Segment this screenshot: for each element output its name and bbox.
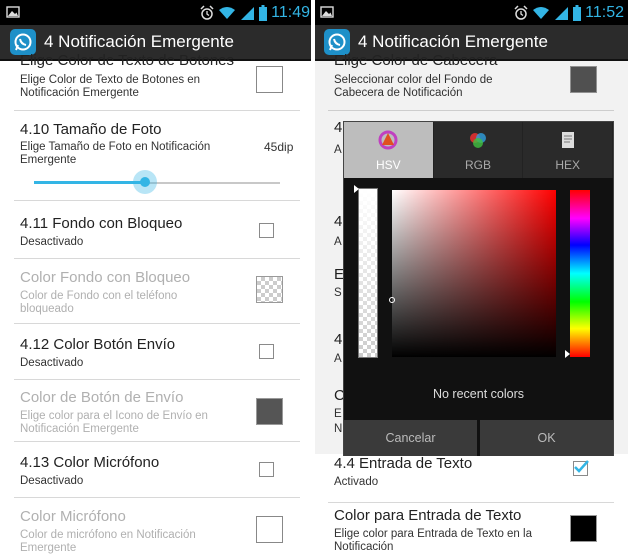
item-summary: Notificación: [334, 541, 394, 553]
page-title: 4 Notificación Emergente: [358, 32, 548, 51]
item-title: 4.4 Entrada de Texto: [334, 455, 473, 472]
slider-thumb[interactable]: [133, 170, 157, 194]
item-summary: Notificación Emergente: [20, 423, 139, 435]
alarm-icon: [514, 5, 528, 20]
clock: 11:52: [585, 4, 624, 21]
slider-value: 45dip: [264, 140, 294, 154]
checkbox[interactable]: [259, 344, 274, 359]
item-summary: Desactivado: [20, 236, 84, 248]
recent-colors-message: No recent colors: [432, 387, 524, 401]
item-title: Color para Entrada de Texto: [334, 507, 522, 524]
saturation-value-picker[interactable]: [392, 190, 556, 357]
image-icon: [320, 6, 334, 18]
checkbox[interactable]: [259, 223, 274, 238]
checkbox-checked[interactable]: [573, 460, 589, 476]
item-summary: Desactivado: [20, 475, 84, 487]
tab-hsv[interactable]: HSV: [344, 122, 434, 178]
check-icon: [574, 460, 589, 473]
item-summary: Elige Tamaño de Foto en Notificación: [20, 141, 211, 153]
image-icon: [6, 6, 20, 18]
color-mode-tabs: HSV RGB HEX: [344, 122, 614, 178]
status-bar: 11:52: [314, 0, 628, 25]
list-item[interactable]: 4.11 Fondo con Bloqueo Desactivado: [14, 201, 300, 259]
color-swatch-black[interactable]: [570, 515, 597, 542]
alpha-marker[interactable]: [354, 185, 359, 193]
color-swatch-gray[interactable]: [256, 398, 283, 425]
battery-icon: [573, 5, 582, 21]
hue-slider[interactable]: [570, 190, 590, 357]
alarm-icon: [200, 5, 214, 20]
item-summary: Elige color para Entrada de Texto en la: [334, 528, 532, 540]
page-title: 4 Notificación Emergente: [44, 32, 234, 51]
item-summary: Elige color para el Icono de Envío en: [20, 410, 208, 422]
list-item[interactable]: Color de Botón de Envío Elige color para…: [14, 380, 300, 442]
item-title: 4.10 Tamaño de Foto: [20, 121, 162, 138]
rgb-icon: [470, 133, 486, 148]
battery-icon: [259, 5, 268, 21]
list-item[interactable]: 4.10 Tamaño de Foto Elige Tamaño de Foto…: [14, 111, 300, 201]
hue-marker[interactable]: [565, 350, 570, 358]
tab-label: HSV: [375, 158, 401, 172]
item-title: 4.11 Fondo con Bloqueo: [20, 215, 183, 232]
color-swatch-empty[interactable]: [256, 516, 283, 543]
list-item[interactable]: 4.12 Color Botón Envío Desactivado: [14, 324, 300, 380]
item-summary: Color de micrófono en Notificación: [20, 529, 196, 541]
item-summary: Desactivado: [20, 357, 84, 369]
tab-label: RGB: [465, 158, 492, 172]
left-screen: 11:49 4 Notificación Emergente Elige Col…: [0, 0, 314, 557]
color-picker-dialog: HSV RGB HEX No recent colors Cancelar OK: [343, 121, 614, 456]
hsv-icon: [378, 130, 398, 150]
list-item[interactable]: Color para Entrada de Texto Elige color …: [328, 503, 614, 557]
hex-icon: [561, 132, 574, 148]
item-summary: Elige Color de Texto de Botones en: [20, 74, 201, 86]
right-screen: 11:52 4 Notificación Emergente Elige Col…: [314, 0, 628, 557]
list-item[interactable]: 4.13 Color Micrófono Desactivado: [14, 442, 300, 498]
checkbox[interactable]: [259, 462, 274, 477]
wifi-icon: [219, 7, 236, 19]
list-item[interactable]: Elige Color de Texto de Botones Elige Co…: [14, 52, 300, 111]
list-item[interactable]: Color Fondo con Bloqueo Color de Fondo c…: [14, 259, 300, 324]
tab-hex[interactable]: HEX: [523, 122, 614, 178]
signal-icon: [241, 6, 255, 20]
item-title: Color Fondo con Bloqueo: [20, 269, 191, 286]
clock: 11:49: [271, 4, 310, 21]
slider-fill: [34, 181, 145, 184]
tab-label: HEX: [555, 158, 581, 172]
item-title: Color de Botón de Envío: [20, 389, 184, 406]
item-title: Elige Color de Texto de Botones: [20, 52, 235, 69]
ok-button[interactable]: OK: [480, 420, 613, 456]
color-swatch-empty[interactable]: [256, 66, 283, 93]
wifi-icon: [533, 7, 550, 19]
item-summary: Color de Fondo con el teléfono: [20, 290, 178, 302]
item-summary: Emergente: [20, 542, 77, 554]
item-summary: Notificación Emergente: [20, 87, 139, 99]
list-item[interactable]: Color Micrófono Color de micrófono en No…: [14, 498, 300, 557]
signal-icon: [555, 6, 569, 20]
item-title: 4.12 Color Botón Envío: [20, 336, 176, 353]
cancel-button[interactable]: Cancelar: [344, 420, 477, 456]
item-summary: Emergente: [20, 154, 77, 166]
divider: [311, 0, 315, 557]
dialog-buttons: Cancelar OK: [344, 420, 613, 456]
sv-cursor[interactable]: [389, 297, 395, 303]
tab-rgb[interactable]: RGB: [433, 122, 524, 178]
alpha-slider[interactable]: [358, 188, 378, 358]
item-title: 4.13 Color Micrófono: [20, 454, 160, 471]
color-swatch-transparent[interactable]: [256, 276, 283, 303]
item-summary: bloqueado: [20, 303, 74, 315]
item-title: Color Micrófono: [20, 508, 126, 525]
status-bar: 11:49: [0, 0, 314, 25]
item-summary: Activado: [334, 476, 379, 488]
